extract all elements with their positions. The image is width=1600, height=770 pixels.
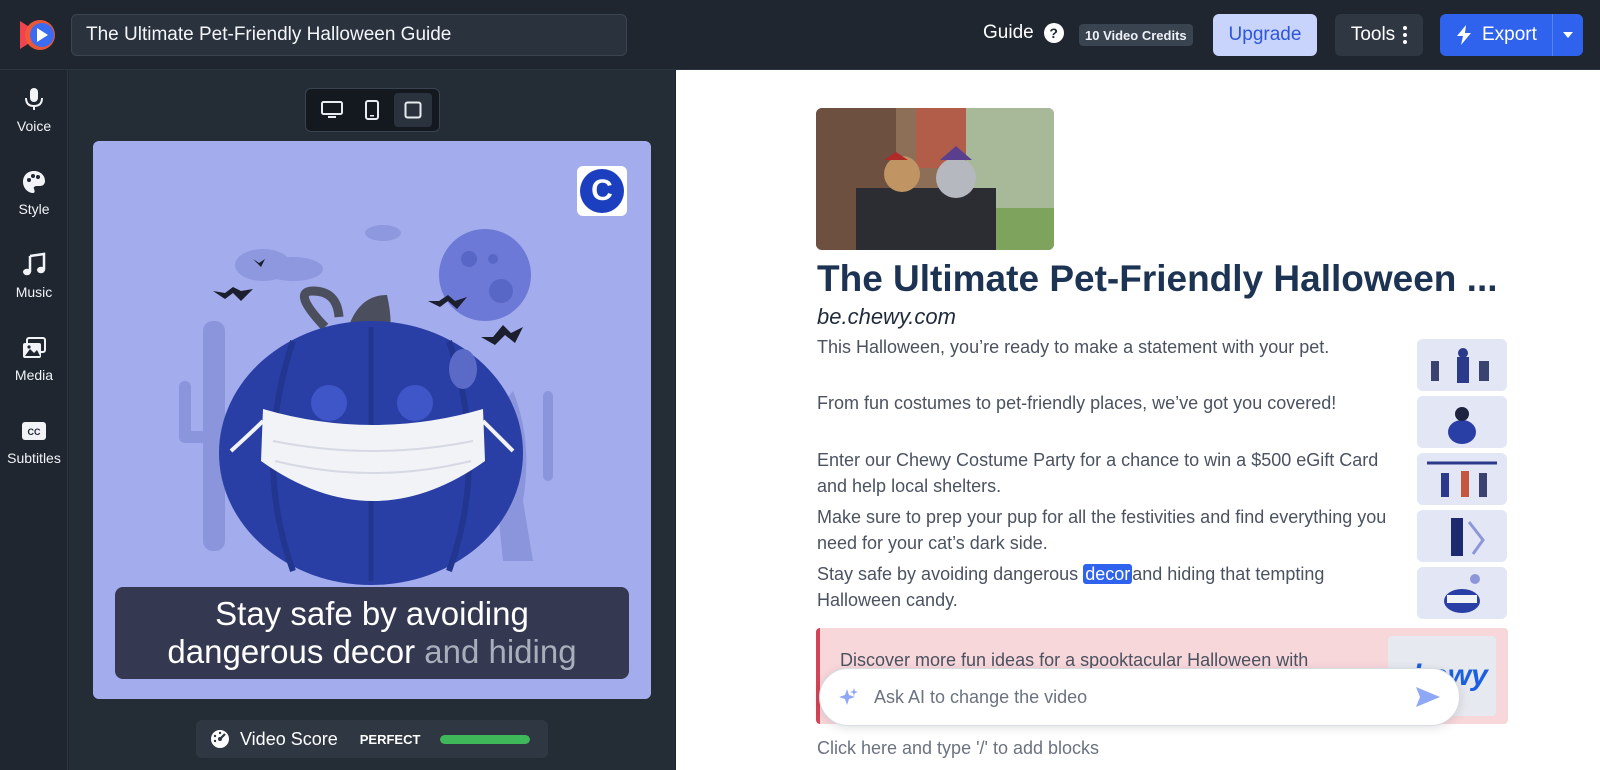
paragraph[interactable]: Stay safe by avoiding dangerous decor and… bbox=[817, 561, 1397, 613]
export-label: Export bbox=[1482, 24, 1537, 45]
lightning-icon bbox=[1457, 25, 1471, 45]
sidebar-item-label: Style bbox=[18, 201, 50, 217]
video-score-meter bbox=[440, 734, 531, 744]
ask-ai-input[interactable]: Ask AI to change the video bbox=[819, 668, 1460, 726]
paragraph[interactable]: Make sure to prep your pup for all the f… bbox=[817, 504, 1397, 556]
guide-label: Guide bbox=[983, 22, 1034, 43]
sidebar-item-voice[interactable]: Voice bbox=[0, 75, 68, 145]
sidebar-item-label: Music bbox=[15, 284, 53, 300]
paragraph-text: Stay safe by avoiding dangerous bbox=[817, 564, 1084, 584]
video-score-bar[interactable]: Video Score PERFECT bbox=[196, 720, 548, 758]
video-credits-badge: 10 Video Credits bbox=[1079, 24, 1193, 46]
brand-logo-letter: C bbox=[580, 169, 624, 213]
video-score-label: Video Score bbox=[240, 728, 338, 749]
sparkle-icon bbox=[839, 688, 858, 705]
view-mode-desktop-button[interactable] bbox=[313, 93, 351, 127]
scene-thumbnail[interactable] bbox=[1417, 339, 1507, 391]
video-score-fill bbox=[440, 734, 531, 744]
more-vertical-icon bbox=[1403, 26, 1408, 44]
export-button[interactable]: Export bbox=[1440, 14, 1552, 56]
paragraph[interactable]: From fun costumes to pet-friendly places… bbox=[817, 390, 1397, 416]
left-sidebar: Voice Style Music Media CC Subtitles bbox=[0, 70, 68, 770]
sidebar-item-media[interactable]: Media bbox=[0, 324, 68, 394]
media-icon bbox=[23, 337, 46, 358]
scene-thumbnail[interactable] bbox=[1417, 453, 1507, 505]
sidebar-item-label: Subtitles bbox=[7, 450, 61, 466]
project-title-input[interactable]: The Ultimate Pet-Friendly Halloween Guid… bbox=[71, 14, 627, 56]
square-icon bbox=[404, 101, 422, 119]
document-title[interactable]: The Ultimate Pet-Friendly Halloween ... bbox=[817, 258, 1498, 300]
brand-logo-badge: C bbox=[577, 166, 627, 216]
sidebar-item-music[interactable]: Music bbox=[0, 241, 68, 311]
tools-button[interactable]: Tools bbox=[1335, 14, 1423, 56]
tools-label: Tools bbox=[1350, 24, 1396, 45]
export-button-group: Export bbox=[1440, 14, 1583, 56]
sidebar-item-style[interactable]: Style bbox=[0, 158, 68, 228]
caption-upcoming-text: and hiding bbox=[424, 633, 577, 670]
closed-captions-icon: CC bbox=[22, 422, 46, 440]
video-score-status: PERFECT bbox=[359, 731, 421, 747]
scene-thumbnail[interactable] bbox=[1417, 396, 1507, 448]
paragraph[interactable]: This Halloween, you’re ready to make a s… bbox=[817, 334, 1397, 360]
document-source[interactable]: be.chewy.com bbox=[817, 304, 956, 330]
view-mode-toggle bbox=[305, 88, 440, 132]
app-logo[interactable] bbox=[16, 17, 58, 53]
send-icon[interactable] bbox=[1415, 686, 1441, 708]
export-dropdown-button[interactable] bbox=[1552, 14, 1583, 56]
microphone-icon bbox=[25, 88, 43, 110]
hero-image-pets-in-costume[interactable] bbox=[816, 108, 1054, 250]
video-preview-panel: C Stay safe by avoiding dangerous decor … bbox=[69, 70, 675, 770]
help-icon: ? bbox=[1043, 23, 1064, 43]
view-mode-mobile-button[interactable] bbox=[353, 93, 391, 127]
mobile-icon bbox=[365, 100, 380, 120]
svg-text:CC: CC bbox=[28, 427, 41, 437]
gauge-icon bbox=[211, 730, 229, 748]
sidebar-item-subtitles[interactable]: CC Subtitles bbox=[0, 407, 68, 477]
scene-thumbnail[interactable] bbox=[1417, 510, 1507, 562]
paragraph[interactable]: Enter our Chewy Costume Party for a chan… bbox=[817, 447, 1397, 499]
ask-ai-placeholder: Ask AI to change the video bbox=[874, 686, 1088, 707]
upgrade-button[interactable]: Upgrade bbox=[1213, 14, 1317, 56]
guide-link[interactable]: Guide ? bbox=[983, 22, 1064, 44]
view-mode-square-button[interactable] bbox=[393, 93, 432, 127]
top-bar: The Ultimate Pet-Friendly Halloween Guid… bbox=[0, 0, 1600, 70]
caret-down-icon bbox=[1563, 32, 1573, 38]
sidebar-item-label: Media bbox=[14, 367, 54, 383]
desktop-icon bbox=[321, 101, 344, 118]
add-blocks-hint[interactable]: Click here and type '/' to add blocks bbox=[817, 738, 1099, 759]
palette-icon bbox=[23, 171, 45, 193]
script-document: The Ultimate Pet-Friendly Halloween ... … bbox=[676, 70, 1600, 770]
highlighted-word[interactable]: decor bbox=[1083, 564, 1133, 584]
video-canvas[interactable]: C Stay safe by avoiding dangerous decor … bbox=[93, 141, 651, 699]
music-note-icon bbox=[23, 252, 46, 276]
scene-thumbnail[interactable] bbox=[1417, 567, 1507, 619]
subtitle-caption[interactable]: Stay safe by avoiding dangerous decor an… bbox=[115, 587, 629, 679]
sidebar-item-label: Voice bbox=[16, 118, 52, 134]
